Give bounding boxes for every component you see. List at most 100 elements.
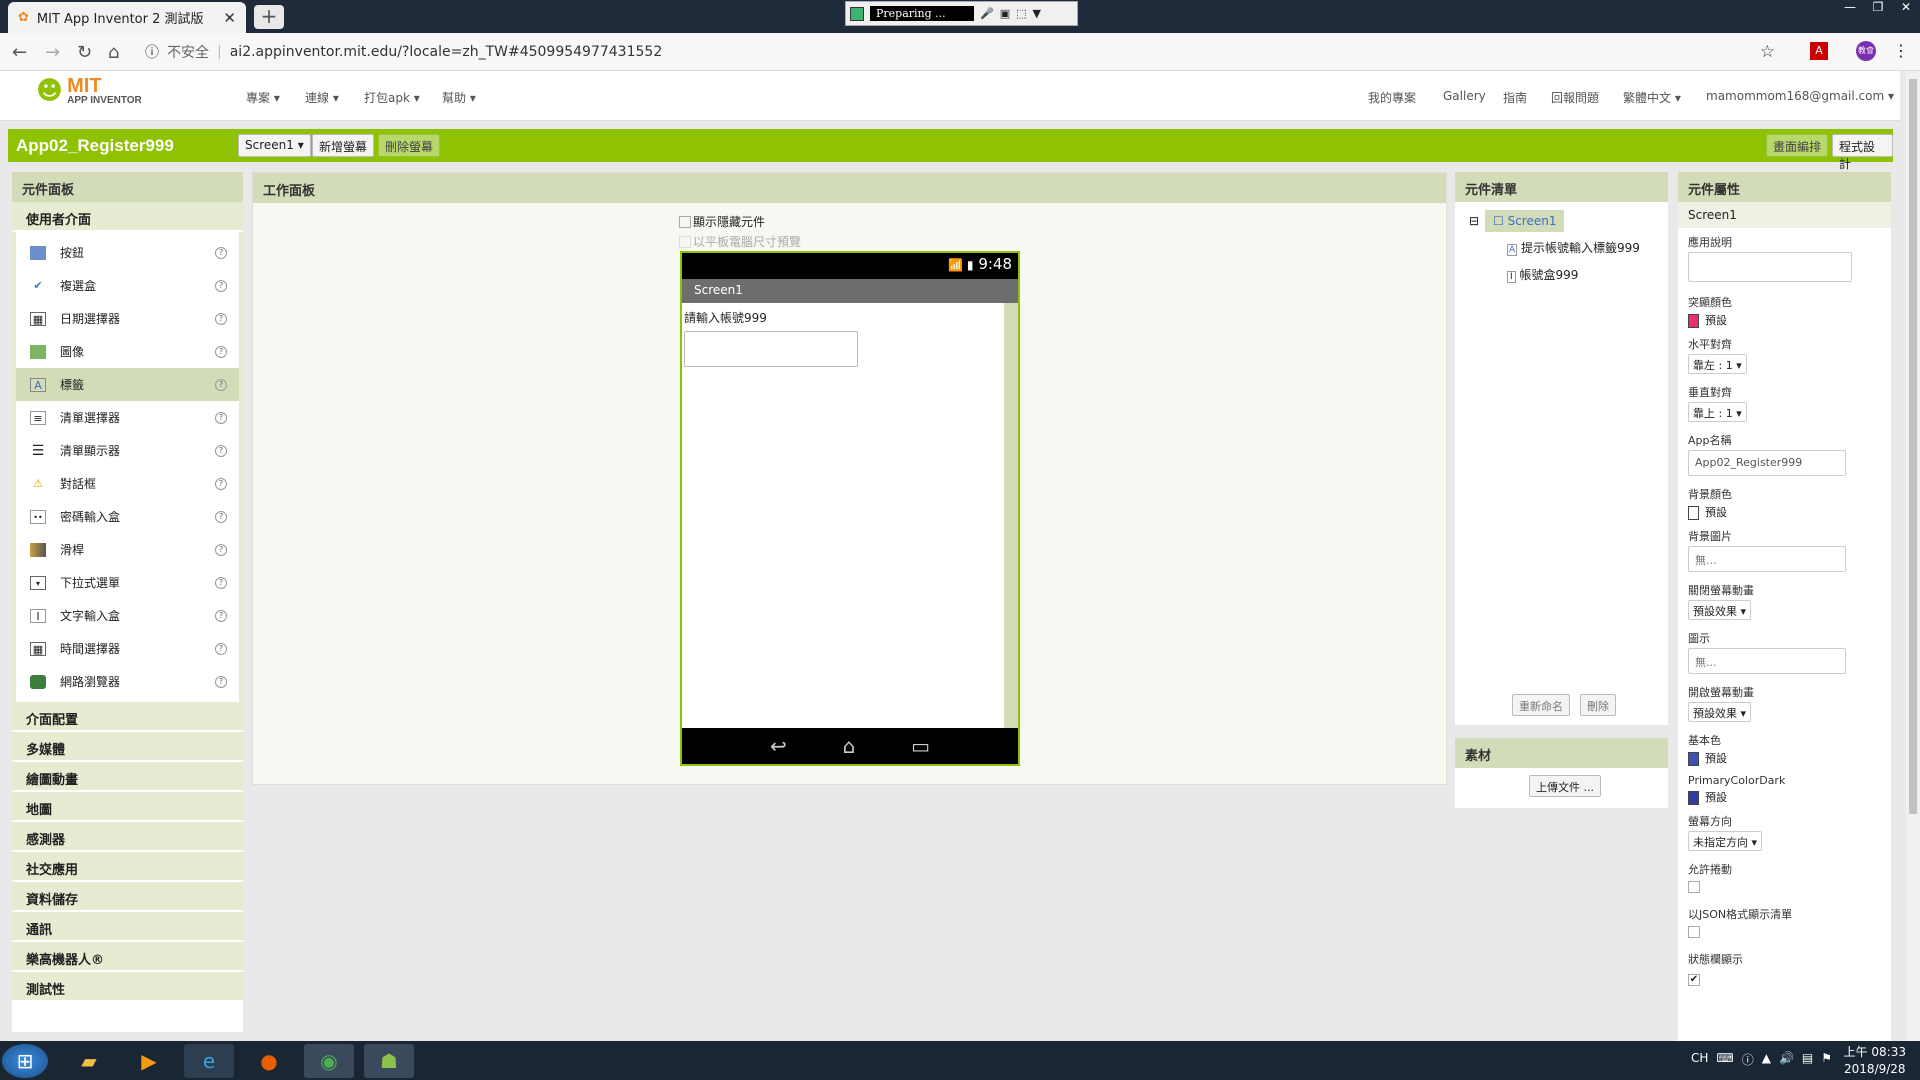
show-hidden-icons-icon[interactable]: ▲	[1762, 1051, 1771, 1068]
back-icon[interactable]: ←	[12, 42, 27, 63]
help-icon[interactable]: ?	[215, 642, 227, 655]
help-icon[interactable]: ?	[215, 576, 227, 589]
android-emulator-icon[interactable]: ☗	[364, 1044, 414, 1078]
internet-explorer-icon[interactable]: e	[184, 1044, 234, 1078]
upload-file-button[interactable]: 上傳文件 ...	[1529, 775, 1601, 797]
rename-button[interactable]: 重新命名	[1512, 694, 1570, 716]
icon-input[interactable]: 無...	[1688, 648, 1846, 674]
chrome-icon[interactable]: ◉	[304, 1044, 354, 1078]
category-drawing[interactable]: 繪圖動畫	[12, 762, 243, 792]
start-button-icon[interactable]: ⊞	[2, 1044, 48, 1078]
about-screen-textarea[interactable]	[1688, 252, 1852, 282]
help-icon[interactable]: ?	[215, 279, 227, 292]
add-screen-button[interactable]: 新增螢幕	[312, 134, 375, 157]
browser-tab[interactable]: ✿ MIT App Inventor 2 測試版 ✕	[8, 2, 246, 33]
help-icon[interactable]: ?	[215, 675, 227, 688]
category-maps[interactable]: 地圖	[12, 792, 243, 822]
account-prompt-label[interactable]: 請輸入帳號999	[684, 309, 767, 326]
show-hidden-checkbox[interactable]	[679, 215, 691, 228]
menu-project[interactable]: 專案 ▾	[246, 89, 280, 106]
menu-gallery[interactable]: Gallery	[1443, 89, 1486, 103]
system-clock[interactable]: 上午 08:33 2018/9/28	[1844, 1044, 1906, 1078]
region-icon[interactable]: ⬚	[1016, 7, 1026, 20]
forward-icon[interactable]: →	[45, 42, 60, 63]
primary-color-picker[interactable]: 預設	[1688, 750, 1881, 766]
action-center-flag-icon[interactable]: ⚑	[1821, 1051, 1832, 1068]
tree-node-screen1[interactable]: ☐ Screen1	[1485, 210, 1565, 232]
palette-item-image[interactable]: 圖像?	[16, 335, 239, 368]
tree-node-label-component[interactable]: A 提示帳號輸入標籤999	[1507, 239, 1640, 256]
media-player-icon[interactable]: ▶	[124, 1044, 174, 1078]
home-icon[interactable]: ⌂	[108, 42, 119, 63]
help-icon[interactable]: ?	[215, 510, 227, 523]
mic-icon[interactable]: 🎤	[980, 7, 994, 20]
help-icon[interactable]: ?	[215, 477, 227, 490]
menu-my-projects[interactable]: 我的專案	[1368, 89, 1416, 106]
category-storage[interactable]: 資料儲存	[12, 882, 243, 912]
screen-orientation-select[interactable]: 未指定方向 ▾	[1688, 831, 1763, 851]
align-vertical-select[interactable]: 靠上 : 1 ▾	[1688, 402, 1747, 422]
palette-item-spinner[interactable]: ▾ 下拉式選單?	[16, 566, 239, 599]
show-status-bar-checkbox[interactable]: ✔	[1688, 974, 1700, 986]
category-layout[interactable]: 介面配置	[12, 702, 243, 732]
help-icon[interactable]: ?	[215, 411, 227, 424]
help-icon[interactable]: ?	[215, 543, 227, 556]
align-horizontal-select[interactable]: 靠左 : 1 ▾	[1688, 354, 1747, 374]
palette-item-label-selected[interactable]: A 標籤?	[16, 368, 239, 401]
network-icon[interactable]: ▤	[1802, 1051, 1813, 1068]
firefox-icon[interactable]: ●	[244, 1044, 294, 1078]
help-icon[interactable]: ?	[215, 246, 227, 259]
camera-icon[interactable]: ▣	[1000, 7, 1010, 20]
profile-avatar[interactable]: 教會	[1856, 41, 1876, 61]
category-social[interactable]: 社交應用	[12, 852, 243, 882]
browser-menu-icon[interactable]: ⋮	[1893, 41, 1909, 60]
app-inventor-logo[interactable]: ☻ MIT APP INVENTOR	[36, 76, 142, 107]
help-icon[interactable]: ?	[215, 609, 227, 622]
category-sensors[interactable]: 感測器	[12, 822, 243, 852]
delete-button[interactable]: 刪除	[1580, 694, 1616, 716]
palette-item-button[interactable]: 按鈕?	[16, 236, 239, 269]
menu-build[interactable]: 打包apk ▾	[364, 89, 420, 106]
open-screen-animation-select[interactable]: 預設效果 ▾	[1688, 702, 1752, 722]
remove-screen-button[interactable]: 刪除螢幕	[378, 134, 441, 157]
screen-select[interactable]: Screen1 ▾	[238, 134, 311, 157]
palette-item-textbox[interactable]: I 文字輸入盒?	[16, 599, 239, 632]
background-color-picker[interactable]: 預設	[1688, 504, 1881, 520]
menu-language[interactable]: 繁體中文 ▾	[1623, 89, 1681, 106]
keyboard-icon[interactable]: ⌨	[1716, 1051, 1733, 1068]
show-hidden-option[interactable]: 顯示隱藏元件	[679, 213, 765, 230]
window-close-icon[interactable]: ✕	[1892, 0, 1920, 18]
tablet-preview-checkbox[interactable]	[679, 235, 691, 248]
palette-item-listpicker[interactable]: ≡ 清單選擇器?	[16, 401, 239, 434]
help-icon[interactable]: ?	[215, 444, 227, 457]
close-screen-animation-select[interactable]: 預設效果 ▾	[1688, 600, 1752, 620]
restore-icon[interactable]: ❐	[1864, 0, 1892, 18]
background-image-input[interactable]: 無...	[1688, 546, 1846, 572]
tab-close-icon[interactable]: ✕	[223, 9, 236, 27]
palette-item-checkbox[interactable]: ✔ 複選盒?	[16, 269, 239, 302]
blocks-button[interactable]: 程式設計	[1832, 134, 1893, 171]
help-icon[interactable]: ?	[215, 312, 227, 325]
url-field[interactable]: ⓘ 不安全 | ai2.appinventor.mit.edu/?locale=…	[145, 39, 1775, 65]
accent-color-picker[interactable]: 預設	[1688, 312, 1881, 328]
account-textbox[interactable]	[684, 331, 858, 367]
palette-item-listview[interactable]: ☰ 清單顯示器?	[16, 434, 239, 467]
menu-report-issue[interactable]: 回報問題	[1551, 89, 1599, 106]
designer-button[interactable]: 畫面編排	[1766, 134, 1829, 157]
recorder-menu-icon[interactable]: ▼	[1033, 7, 1041, 20]
scrollable-checkbox[interactable]	[1688, 881, 1700, 893]
reload-icon[interactable]: ↻	[77, 42, 92, 63]
category-media[interactable]: 多媒體	[12, 732, 243, 762]
palette-item-slider[interactable]: 滑桿?	[16, 533, 239, 566]
help-icon[interactable]: ?	[215, 345, 227, 358]
palette-item-notifier[interactable]: ⚠ 對話框?	[16, 467, 239, 500]
category-experimental[interactable]: 測試性	[12, 972, 243, 1002]
tree-node-textbox[interactable]: I 帳號盒999	[1507, 266, 1578, 283]
show-lists-as-json-checkbox[interactable]	[1688, 926, 1700, 938]
bookmark-star-icon[interactable]: ☆	[1760, 42, 1775, 62]
minimize-icon[interactable]: —	[1836, 0, 1864, 18]
primary-color-dark-picker[interactable]: 預設	[1688, 789, 1881, 805]
new-tab-button[interactable]: +	[254, 5, 284, 29]
menu-connect[interactable]: 連線 ▾	[305, 89, 339, 106]
category-lego[interactable]: 樂高機器人®	[12, 942, 243, 972]
